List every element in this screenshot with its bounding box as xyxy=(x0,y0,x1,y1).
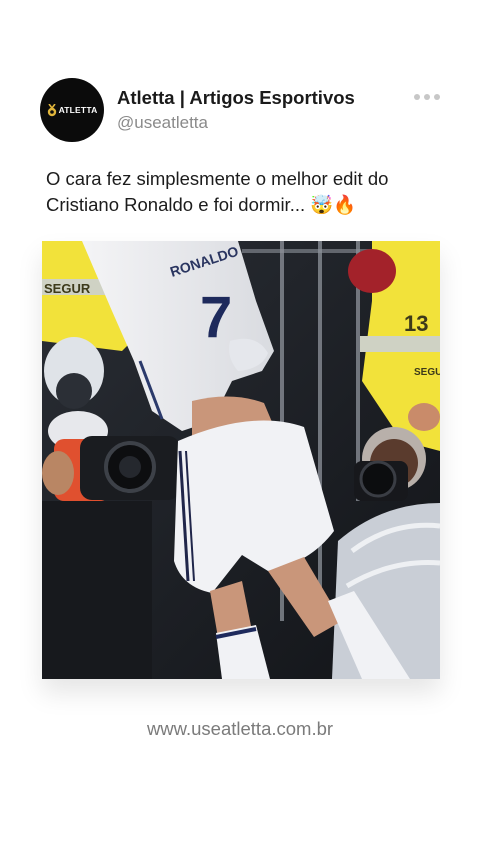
footer-url[interactable]: www.useatletta.com.br xyxy=(0,718,480,740)
vest-text-left: SEGUR xyxy=(44,281,91,296)
vest-text-right: 13 xyxy=(404,311,428,336)
vest-text-right-lower: SEGUR xyxy=(414,367,440,378)
handle[interactable]: @useatletta xyxy=(117,113,355,133)
jersey-number: 7 xyxy=(200,285,232,350)
author-names: Atletta | Artigos Esportivos @useatletta xyxy=(117,87,355,133)
atletta-logo-icon: ATLETTA xyxy=(47,103,98,117)
post-image[interactable]: SEGUR 13 SEGU RONALDO 7 xyxy=(42,241,440,679)
display-name[interactable]: Atletta | Artigos Esportivos xyxy=(117,87,355,109)
post-header: ATLETTA Atletta | Artigos Esportivos @us… xyxy=(40,78,440,142)
more-horizontal-icon[interactable] xyxy=(414,92,440,102)
photo-illustration: SEGUR 13 SEGU RONALDO 7 xyxy=(42,241,440,679)
post-card: ATLETTA Atletta | Artigos Esportivos @us… xyxy=(0,0,480,854)
logo-text: ATLETTA xyxy=(58,105,98,115)
avatar[interactable]: ATLETTA xyxy=(40,78,104,142)
post-caption: O cara fez simplesmente o melhor edit do… xyxy=(46,168,389,215)
